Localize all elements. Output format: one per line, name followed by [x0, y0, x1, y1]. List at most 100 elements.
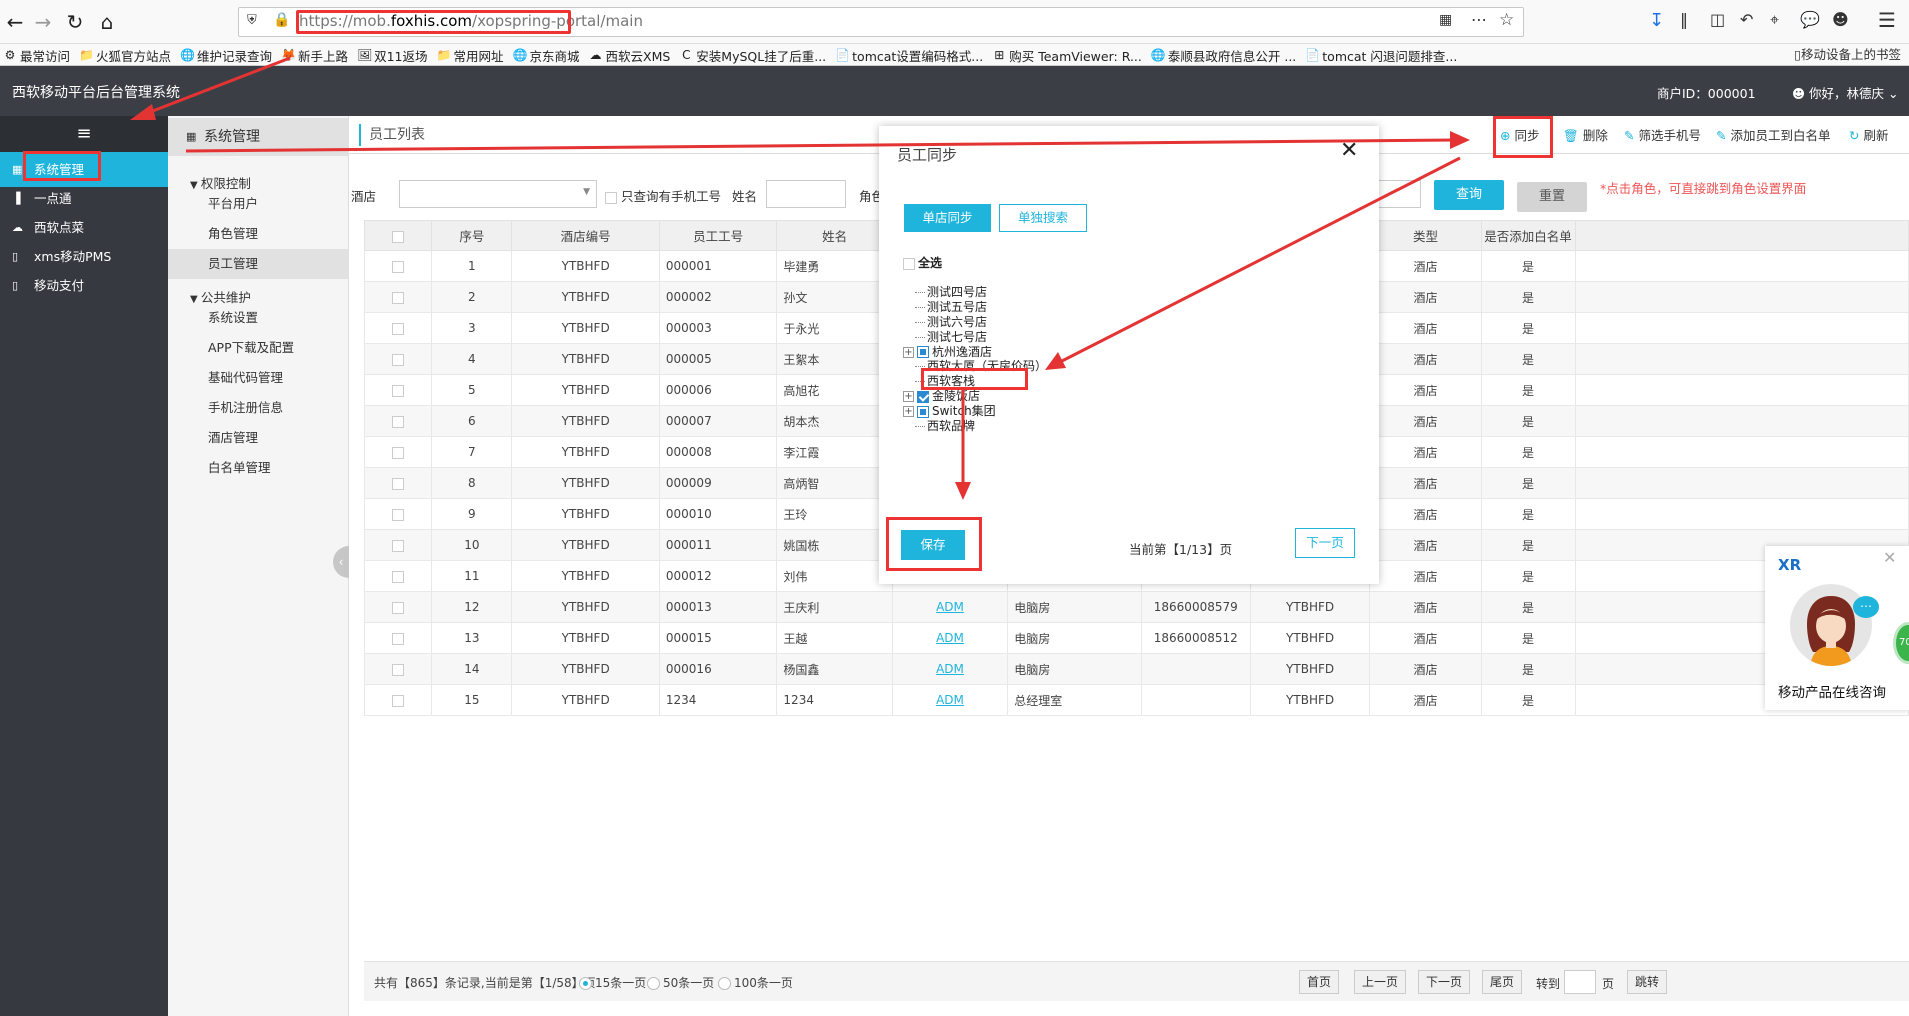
home-icon[interactable]: ⌂	[94, 9, 120, 35]
tree-node[interactable]: 全选	[903, 254, 942, 272]
user-menu[interactable]: ☻ 你好，林德庆 ⌄	[1792, 83, 1898, 102]
submenu-item[interactable]: 平台用户	[168, 189, 349, 219]
account-icon[interactable]: ☻	[1832, 10, 1849, 29]
bookmark-item[interactable]: C 安装MySQL挂了后重...	[676, 44, 832, 65]
bookmark-item[interactable]: 📄 tomcat设置编码格式...	[832, 44, 989, 65]
table-cell[interactable]: ADM	[891, 653, 1009, 685]
table-cell[interactable]: ADM	[891, 591, 1009, 623]
reload-icon[interactable]: ↻	[62, 9, 88, 35]
role-link[interactable]: ADM	[936, 662, 964, 676]
mobile-bookmarks[interactable]: ▯移动设备上的书签	[1794, 44, 1901, 66]
qr-code-icon[interactable]: ▦	[1439, 12, 1452, 28]
submenu-item[interactable]: 员工管理	[168, 249, 349, 279]
row-checkbox[interactable]	[363, 653, 433, 685]
row-checkbox[interactable]	[363, 250, 433, 282]
goto-page-input[interactable]	[1564, 970, 1596, 994]
bookmark-item[interactable]: 🦊 新手上路	[278, 44, 354, 65]
role-link[interactable]: ADM	[936, 631, 964, 645]
table-row[interactable]: 13 YTBHFD 000015 王越 ADM 电脑房 18660008512 YTBHFD 酒…	[363, 622, 1909, 654]
sidebar-item[interactable]: ▯ 移动支付	[0, 268, 168, 303]
forward-icon[interactable]: →	[30, 9, 56, 35]
crop-icon[interactable]: ⌖	[1770, 10, 1779, 30]
bookmark-item[interactable]: 📁 常用网址	[433, 44, 509, 65]
bookmark-item[interactable]: 📄 tomcat 闪退问题排查...	[1302, 44, 1463, 65]
row-checkbox[interactable]	[363, 374, 433, 406]
hotel-select[interactable]: ▼	[399, 180, 597, 208]
online-chat-widget[interactable]: XR ✕ ⋯ 移动产品在线咨询	[1765, 546, 1909, 710]
submenu-item[interactable]: 基础代码管理	[168, 363, 349, 393]
bookmark-item[interactable]: 🖼 双11返场	[354, 44, 433, 65]
submenu-item[interactable]: 角色管理	[168, 219, 349, 249]
table-cell[interactable]: ADM	[891, 622, 1009, 654]
hamburger-icon[interactable]: ≡	[0, 116, 168, 152]
jump-button[interactable]: 跳转	[1627, 970, 1668, 994]
select-all-header[interactable]	[363, 220, 433, 251]
submenu-item[interactable]: 系统设置	[168, 303, 349, 333]
row-checkbox[interactable]	[363, 622, 433, 654]
role-link[interactable]: ADM	[936, 600, 964, 614]
expand-icon[interactable]: +	[903, 391, 914, 403]
table-cell[interactable]: ADM	[891, 684, 1009, 716]
tab-employee-list[interactable]: 员工列表	[359, 124, 425, 146]
menu-icon[interactable]: ☰	[1878, 8, 1896, 32]
bookmark-item[interactable]: ⚙ 最常访问	[0, 44, 76, 65]
bookmark-star-icon[interactable]: ☆	[1499, 10, 1514, 30]
back-icon[interactable]: ←	[2, 9, 28, 35]
next-page-button[interactable]: 下一页	[1418, 970, 1471, 994]
add-whitelist-button[interactable]: ✎ 添加员工到白名单	[1716, 126, 1831, 146]
row-checkbox[interactable]	[363, 498, 433, 530]
reset-button[interactable]: 重置	[1517, 182, 1587, 212]
expand-icon[interactable]: +	[903, 346, 914, 358]
expand-icon[interactable]: +	[903, 406, 914, 418]
row-checkbox[interactable]	[363, 312, 433, 344]
filter-phone-button[interactable]: ✎ 筛选手机号	[1624, 126, 1701, 146]
library-icon[interactable]: ‖	[1680, 10, 1688, 29]
row-checkbox[interactable]	[363, 529, 433, 561]
bookmark-item[interactable]: ☁ 西软云XMS	[586, 44, 677, 65]
first-page-button[interactable]: 首页	[1299, 970, 1340, 994]
name-input[interactable]	[766, 180, 846, 208]
bookmark-item[interactable]: 📁 火狐官方站点	[76, 44, 177, 65]
row-checkbox[interactable]	[363, 684, 433, 716]
row-checkbox[interactable]	[363, 281, 433, 313]
row-checkbox[interactable]	[363, 591, 433, 623]
page-size-15[interactable]: 15条一页	[579, 974, 646, 991]
role-link[interactable]: ADM	[936, 693, 964, 707]
table-row[interactable]: 15 YTBHFD 1234 1234 ADM 总经理室 YTBHFD 酒店是	[363, 684, 1909, 716]
address-bar[interactable]: ⛨ 🔒 https://mob.foxhis.com/xopspring-por…	[238, 7, 1524, 37]
bookmark-item[interactable]: ⊞ 购买 TeamViewer: R...	[989, 44, 1148, 65]
page-size-100[interactable]: 100条一页	[718, 974, 793, 991]
chat-icon[interactable]: 💬	[1800, 10, 1820, 29]
row-checkbox[interactable]	[363, 436, 433, 468]
download-icon[interactable]: ↧	[1649, 10, 1664, 31]
last-page-button[interactable]: 尾页	[1482, 970, 1523, 994]
row-checkbox[interactable]	[363, 343, 433, 375]
submenu-item[interactable]: 酒店管理	[168, 423, 349, 453]
submenu-item[interactable]: 手机注册信息	[168, 393, 349, 423]
refresh-button[interactable]: ↻ 刷新	[1849, 126, 1889, 146]
close-icon[interactable]: ✕	[1340, 138, 1358, 163]
row-checkbox[interactable]	[363, 560, 433, 592]
query-button[interactable]: 查询	[1434, 180, 1504, 210]
tree-node[interactable]: 西软品牌	[915, 417, 975, 435]
delete-button[interactable]: 🗑 删除	[1563, 126, 1608, 146]
table-row[interactable]: 14 YTBHFD 000016 杨国鑫 ADM 电脑房 YTBHFD 酒店是	[363, 653, 1909, 685]
undo-icon[interactable]: ↶	[1740, 10, 1753, 29]
phone-only-checkbox[interactable]: 只查询有手机工号	[605, 186, 721, 205]
page-size-50[interactable]: 50条一页	[647, 974, 714, 991]
tab-single-store-sync[interactable]: 单店同步	[904, 204, 991, 232]
sidebar-icon[interactable]: ◫	[1710, 10, 1725, 29]
table-row[interactable]: 12 YTBHFD 000013 王庆利 ADM 电脑房 18660008579 YTBHFD…	[363, 591, 1909, 623]
close-icon[interactable]: ✕	[1883, 548, 1896, 567]
dialog-next-page-button[interactable]: 下一页	[1295, 528, 1355, 558]
tab-individual-search[interactable]: 单独搜索	[999, 204, 1087, 232]
prev-page-button[interactable]: 上一页	[1354, 970, 1407, 994]
row-checkbox[interactable]	[363, 467, 433, 499]
bookmark-item[interactable]: 🌐 京东商城	[509, 44, 585, 65]
submenu-item[interactable]: APP下载及配置	[168, 333, 349, 363]
row-checkbox[interactable]	[363, 405, 433, 437]
bookmark-item[interactable]: 🌐 维护记录查询	[177, 44, 278, 65]
more-icon[interactable]: ⋯	[1471, 10, 1487, 29]
submenu-item[interactable]: 白名单管理	[168, 453, 349, 483]
bookmark-item[interactable]: 🌐 泰顺县政府信息公开 ...	[1148, 44, 1302, 65]
